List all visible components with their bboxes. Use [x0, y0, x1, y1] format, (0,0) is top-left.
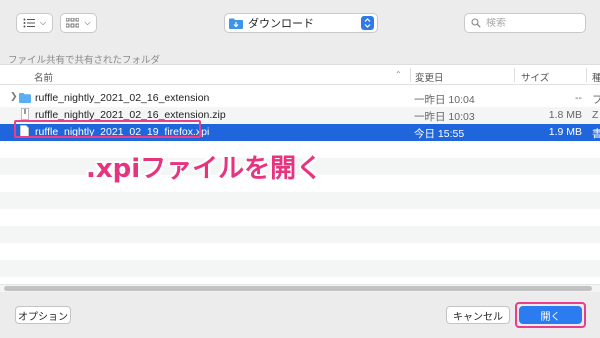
file-date: 今日 15:55: [414, 128, 465, 140]
search-icon: [471, 18, 481, 28]
document-icon: [20, 125, 29, 140]
file-kind: フ: [592, 92, 600, 107]
file-name: ruffle_nightly_2021_02_16_extension: [35, 92, 210, 104]
grid-icon: [66, 18, 80, 28]
file-name: ruffle_nightly_2021_02_19_firefox.xpi: [35, 126, 210, 138]
file-row-selected[interactable]: ruffle_nightly_2021_02_19_firefox.xpi 今日…: [0, 124, 600, 141]
file-row[interactable]: ruffle_nightly_2021_02_16_extension.zip …: [0, 107, 600, 124]
options-button[interactable]: オプション: [15, 306, 71, 324]
file-kind: 書: [592, 126, 600, 141]
column-name[interactable]: 名前: [34, 70, 53, 84]
file-size: --: [575, 92, 582, 104]
horizontal-scrollbar[interactable]: [0, 284, 600, 292]
empty-row: [0, 226, 600, 243]
file-size: 1.8 MB: [548, 109, 582, 121]
group-button[interactable]: ⌵: [60, 13, 97, 33]
column-kind[interactable]: 種: [592, 70, 600, 84]
chevron-down-icon: ⌵: [84, 18, 91, 27]
highlight-box: [515, 302, 586, 328]
file-size: 1.9 MB: [548, 126, 582, 138]
folder-icon: [19, 93, 31, 106]
location-popup[interactable]: ダウンロード: [224, 13, 378, 33]
column-modified[interactable]: 変更日: [415, 70, 444, 84]
file-name: ruffle_nightly_2021_02_16_extension.zip: [35, 109, 226, 121]
disclosure-triangle-icon[interactable]: ❯: [10, 91, 18, 102]
view-mode-button[interactable]: ⌵: [16, 13, 53, 33]
column-size[interactable]: サイズ: [521, 70, 549, 84]
file-row[interactable]: ❯ ruffle_nightly_2021_02_16_extension 一昨…: [0, 90, 600, 107]
file-date: 一昨日 10:03: [414, 111, 475, 123]
location-label: ダウンロード: [248, 18, 314, 30]
annotation-text: .xpiファイルを開く: [86, 154, 323, 184]
empty-row: [0, 192, 600, 209]
cancel-button[interactable]: キャンセル: [446, 306, 510, 324]
list-icon: [23, 18, 35, 28]
file-kind: Z: [592, 109, 599, 121]
file-date: 一昨日 10:04: [414, 94, 475, 106]
search-input[interactable]: [486, 17, 576, 29]
zip-file-icon: [21, 108, 29, 123]
folder-icon: [229, 18, 243, 29]
scrollbar-thumb[interactable]: [4, 286, 592, 291]
search-field[interactable]: [464, 13, 586, 33]
chevron-down-icon: ⌵: [39, 18, 47, 27]
empty-row: [0, 260, 600, 277]
stepper-icon: [361, 16, 374, 30]
sort-arrow-icon: ⌃: [395, 70, 402, 79]
column-header: 名前 ⌃ 変更日 サイズ 種: [0, 65, 600, 85]
toolbar: ⌵ ⌵ ダウンロード: [0, 0, 600, 46]
